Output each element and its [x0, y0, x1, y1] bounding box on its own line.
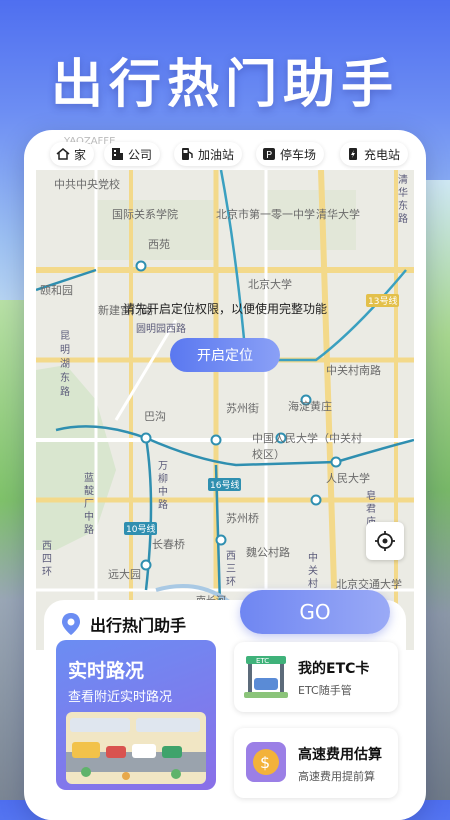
svg-text:P: P: [266, 150, 272, 161]
svg-text:$: $: [260, 753, 270, 772]
go-button[interactable]: GO: [240, 590, 390, 634]
map-label: 长春桥: [152, 538, 185, 551]
hero-title: 出行热门助手: [50, 55, 399, 115]
category-home[interactable]: 家: [50, 142, 95, 166]
map-label: 万柳中路: [158, 461, 168, 511]
map-label: 西四环: [42, 541, 52, 578]
map-view[interactable]: 中共中央党校 国际关系学院 北京市第一零一中学 清华大学 西苑 颐和园 新建宫门…: [36, 170, 414, 650]
enable-location-button[interactable]: 开启定位: [170, 338, 280, 372]
charging-station-icon: [349, 148, 357, 160]
location-pin-icon: [62, 613, 80, 635]
realtime-traffic-subtitle: 查看附近实时路况: [68, 690, 173, 705]
category-label: 充电站: [364, 147, 401, 162]
map-label: 中关村南路: [326, 364, 381, 377]
map-label: 苏州街: [226, 402, 259, 415]
category-label: 公司: [128, 147, 153, 162]
metro-line-badge: 10号线: [124, 522, 158, 535]
category-gas-station[interactable]: 加油站: [174, 142, 243, 166]
svg-text:ETC: ETC: [256, 657, 269, 665]
map-label: 蓝靛厂中路: [84, 473, 94, 536]
map-label: 西苑: [148, 238, 170, 251]
map-label: 中国人民大学（中关村校区）: [252, 432, 362, 461]
realtime-traffic-title: 实时路况: [68, 660, 145, 682]
traffic-illustration-icon: [66, 712, 206, 784]
toll-fee-card[interactable]: $ 高速费用估算 高速费用提前算: [234, 728, 398, 798]
map-label: 苏州桥: [226, 512, 259, 525]
metro-line-badge: 16号线: [208, 478, 242, 491]
map-label: 清华大学: [316, 208, 360, 221]
etc-title: 我的ETC卡: [298, 661, 370, 677]
map-label: 魏公村路: [246, 546, 290, 559]
map-label: 西三环: [226, 551, 236, 588]
gas-station-icon: [182, 148, 193, 160]
category-label: 加油站: [198, 147, 235, 162]
category-label: 停车场: [280, 147, 317, 162]
map-label: 远大园: [108, 568, 141, 581]
etc-subtitle: ETC随手管: [298, 684, 352, 697]
toll-fee-title: 高速费用估算: [298, 747, 382, 763]
building-icon: [112, 148, 123, 160]
map-label: 国际关系学院: [112, 208, 178, 221]
etc-card[interactable]: ETC 我的ETC卡 ETC随手管: [234, 642, 398, 712]
brand-name: 出行热门助手: [90, 616, 187, 635]
map-label: 巴沟: [144, 410, 166, 423]
map-label: 海淀黄庄: [288, 400, 332, 413]
category-parking[interactable]: P 停车场: [256, 142, 325, 166]
category-label: 家: [74, 147, 87, 162]
phone-frame: YAOZAFFE 家 公司 加油站 P 停车场 充电站 中共中央党校 国际关系学…: [24, 130, 426, 820]
etc-toll-icon: ETC: [244, 656, 288, 698]
parking-icon: P: [263, 148, 275, 161]
coin-icon: $: [246, 742, 286, 782]
map-label: 人民大学: [326, 472, 370, 485]
map-label: 北京大学: [248, 278, 292, 291]
category-company[interactable]: 公司: [104, 142, 161, 166]
home-icon: [56, 148, 70, 160]
toll-fee-subtitle: 高速费用提前算: [298, 770, 375, 783]
realtime-traffic-card[interactable]: 实时路况 查看附近实时路况: [56, 640, 216, 790]
map-label: 昆明湖东路: [60, 331, 70, 398]
my-location-button[interactable]: [366, 522, 404, 560]
crosshair-icon: [375, 531, 395, 551]
map-label: 圆明园西路: [136, 324, 186, 335]
map-label: 北京市第一零一中学: [216, 208, 315, 221]
map-label: 颐和园: [40, 284, 73, 297]
category-charging-station[interactable]: 充电站: [340, 142, 409, 166]
category-bar: 家 公司 加油站 P 停车场 充电站: [24, 142, 426, 168]
brand: 出行热门助手: [60, 612, 186, 636]
location-permission-notice: 请先开启定位权限，以便使用完整功能: [122, 302, 327, 316]
map-label: 中共中央党校: [54, 178, 120, 191]
map-label: 清华东路: [398, 175, 408, 225]
